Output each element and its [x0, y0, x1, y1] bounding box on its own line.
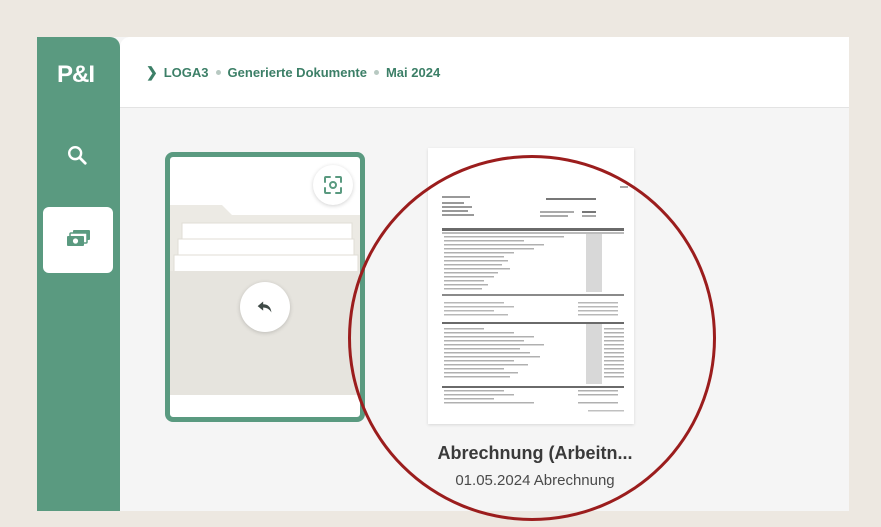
breadcrumb-separator [373, 70, 379, 75]
header-bar: ❯ LOGA3 Generierte Dokumente Mai 2024 [120, 37, 849, 108]
brand-logo: P&I [57, 61, 95, 88]
sidebar: P&I [37, 37, 120, 511]
content-area: Abrechnung (Arbeitn... 01.05.2024 Abrech… [120, 108, 849, 511]
sidebar-item-search[interactable] [59, 137, 95, 173]
breadcrumb-item-loga3[interactable]: LOGA3 [164, 65, 209, 80]
back-arrow-icon [257, 301, 272, 313]
breadcrumb-separator [215, 70, 221, 75]
document-title[interactable]: Abrechnung (Arbeitn... [435, 443, 635, 464]
scan-icon [324, 176, 342, 194]
money-icon [67, 230, 90, 246]
scan-button[interactable] [313, 165, 353, 205]
document-subtitle: 01.05.2024 Abrechnung [455, 472, 615, 489]
breadcrumb-item-may-2024[interactable]: Mai 2024 [386, 65, 440, 80]
app-window: P&I ❯ LOGA3 Generierte Dokumente Mai 202… [37, 37, 849, 511]
parent-folder-card[interactable] [165, 152, 365, 422]
back-button[interactable] [240, 282, 290, 332]
payslip-preview-image [442, 186, 628, 412]
document-thumbnail[interactable] [428, 148, 634, 424]
breadcrumb: ❯ LOGA3 Generierte Dokumente Mai 2024 [146, 64, 440, 81]
chevron-right-icon: ❯ [146, 64, 158, 80]
breadcrumb-item-generated-documents[interactable]: Generierte Dokumente [228, 65, 367, 80]
search-icon [68, 146, 87, 165]
sidebar-item-payroll[interactable] [43, 207, 113, 273]
